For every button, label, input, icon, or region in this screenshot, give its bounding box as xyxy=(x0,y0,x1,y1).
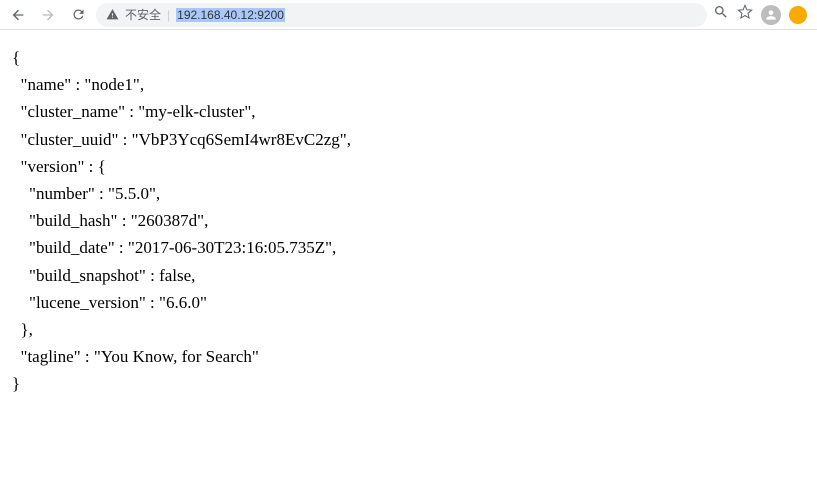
json-build-date: 2017-06-30T23:16:05.735Z xyxy=(135,238,325,257)
reload-button[interactable] xyxy=(66,3,90,27)
star-icon[interactable] xyxy=(737,4,753,25)
not-secure-icon xyxy=(106,8,119,21)
person-icon xyxy=(764,8,778,22)
json-cluster-name: my-elk-cluster xyxy=(145,102,244,121)
reload-icon xyxy=(71,7,86,22)
address-bar[interactable]: 不安全 | 192.168.40.12:9200 xyxy=(96,3,707,27)
forward-button[interactable] xyxy=(36,3,60,27)
json-build-hash: 260387d xyxy=(138,211,198,230)
notification-badge[interactable] xyxy=(789,6,807,24)
json-response-body: { "name" : "node1", "cluster_name" : "my… xyxy=(0,30,817,411)
json-build-snapshot: false xyxy=(159,266,191,285)
json-lucene-version: 6.6.0 xyxy=(166,293,200,312)
zoom-icon[interactable] xyxy=(713,4,729,25)
arrow-right-icon xyxy=(40,7,56,23)
profile-avatar[interactable] xyxy=(761,5,781,25)
json-cluster-uuid: VbP3Ycq6SemI4wr8EvC2zg xyxy=(139,130,340,149)
not-secure-label: 不安全 xyxy=(125,6,161,23)
toolbar-right xyxy=(713,4,811,25)
url-text: 192.168.40.12:9200 xyxy=(176,8,285,22)
json-tagline: You Know, for Search xyxy=(101,347,252,366)
json-name: node1 xyxy=(91,75,133,94)
arrow-left-icon xyxy=(10,7,26,23)
back-button[interactable] xyxy=(6,3,30,27)
browser-toolbar: 不安全 | 192.168.40.12:9200 xyxy=(0,0,817,30)
divider: | xyxy=(167,8,170,22)
json-version-number: 5.5.0 xyxy=(115,184,149,203)
